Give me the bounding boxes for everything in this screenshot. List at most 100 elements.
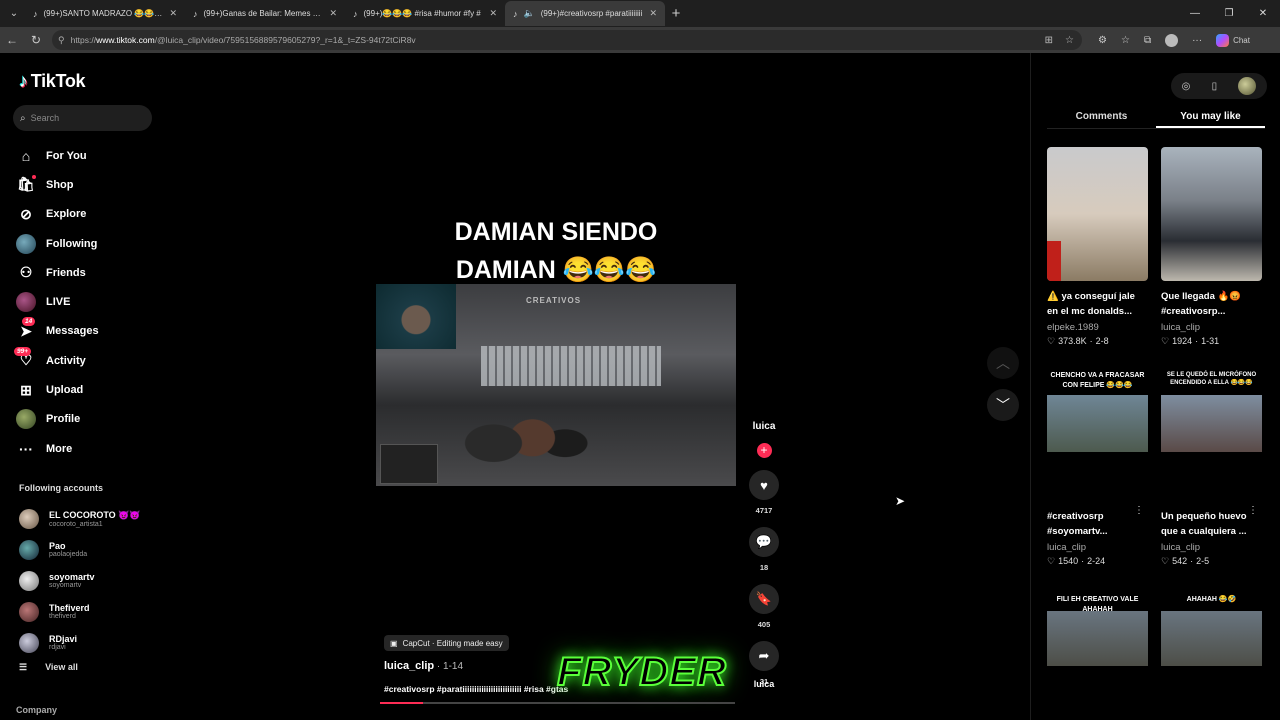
game-hud: [380, 444, 438, 484]
browser-tab-2[interactable]: ♪ (99+)Ganas de Bailar: Memes y Dr ✕: [185, 1, 345, 26]
video-thumbnail[interactable]: FILI EH CREATIVO VALE AHAHAH: [1047, 591, 1148, 671]
following-accounts-title: Following accounts: [19, 483, 104, 493]
video-card[interactable]: ⚠️ ya conseguí jale en el mc donalds... …: [1047, 147, 1148, 347]
video-author[interactable]: luica_clip · 1-14: [384, 660, 463, 672]
account-item[interactable]: soyomartv soyomartv: [19, 565, 159, 596]
account-item[interactable]: Thefiverd thefiverd: [19, 596, 159, 627]
nav-label: LIVE: [46, 296, 71, 309]
comment-icon[interactable]: 💬: [749, 527, 779, 557]
close-tab-icon[interactable]: ✕: [329, 8, 337, 19]
compass-icon: ⊘: [20, 205, 32, 222]
close-tab-icon[interactable]: ✕: [649, 8, 657, 19]
video-thumbnail[interactable]: SE LE QUEDÓ EL MICRÓFONO ENCENDIDO A ELL…: [1161, 367, 1262, 501]
previous-video-button[interactable]: ︿: [987, 347, 1019, 379]
video-thumbnail[interactable]: AHAHAH 😂🤣: [1161, 591, 1262, 671]
tab-actions-menu-button[interactable]: ⌄: [3, 3, 25, 25]
app-available-icon[interactable]: ⊞: [1045, 35, 1053, 46]
heart-icon[interactable]: ♥: [749, 470, 779, 500]
device-icon[interactable]: ▯: [1212, 81, 1218, 92]
favorites-icon[interactable]: ☆: [1121, 35, 1130, 46]
card-author[interactable]: elpeke.1989: [1047, 322, 1148, 333]
tab-you-may-like[interactable]: You may like: [1156, 105, 1265, 128]
video-progress-bar[interactable]: [380, 702, 735, 704]
user-avatar[interactable]: [1238, 77, 1257, 95]
list-icon: ☰: [19, 662, 28, 672]
nav-following[interactable]: Following: [16, 229, 156, 258]
save-count: 405: [757, 620, 771, 629]
video-card[interactable]: SE LE QUEDÓ EL MICRÓFONO ENCENDIDO A ELL…: [1161, 367, 1262, 567]
video-player[interactable]: CREATIVOS: [376, 284, 736, 486]
account-handle: soyomartv: [49, 582, 82, 589]
card-author[interactable]: luica_clip: [1161, 322, 1262, 333]
bookmark-icon[interactable]: 🔖: [749, 584, 779, 614]
browser-tab-3[interactable]: ♪ (99+)😂😂😂 #risa #humor #fy # ✕: [345, 1, 505, 26]
nav-activity[interactable]: ♡ 99+ Activity: [14, 346, 156, 375]
main-nav: ⌂ For You 🛍 Shop ⊘ Explore Following ⚇ Frien…: [14, 141, 156, 463]
nav-live[interactable]: LIVE: [16, 287, 156, 316]
like-action[interactable]: ♥ 4717: [749, 470, 779, 515]
coins-icon[interactable]: ◎: [1182, 81, 1191, 92]
account-handle: rdjavi: [49, 644, 66, 651]
video-thumbnail[interactable]: [1161, 147, 1262, 281]
browser-tab-1[interactable]: ♪ (99+)SANTO MADRAZO 😂😂😂 # ✕: [25, 1, 185, 26]
account-item[interactable]: EL COCOROTO 😈😈 cocoroto_artista1: [19, 503, 159, 534]
share-icon[interactable]: ➦: [749, 641, 779, 671]
more-options-icon[interactable]: ⋮: [1248, 505, 1258, 516]
close-tab-icon[interactable]: ✕: [169, 8, 177, 19]
copilot-chat-button[interactable]: Chat: [1216, 33, 1250, 47]
account-item[interactable]: RDjavi rdjavi: [19, 627, 159, 658]
capcut-badge[interactable]: ▣ CapCut · Editing made easy: [384, 635, 509, 651]
profile-avatar[interactable]: [1165, 33, 1179, 47]
comment-action[interactable]: 💬 18: [749, 527, 779, 572]
video-thumbnail[interactable]: CHENCHO VA A FRACASAR CON FELIPE 😂😂😂: [1047, 367, 1148, 501]
settings-more-icon[interactable]: ···: [1192, 35, 1202, 46]
progress-fill: [380, 702, 423, 704]
card-title: #creativosrp #soyomartv...: [1047, 511, 1108, 537]
creator-avatar[interactable]: luica +: [749, 421, 779, 458]
search-input[interactable]: ⌕ Search: [13, 105, 152, 131]
site-info-icon[interactable]: ⚲: [58, 35, 65, 46]
video-card[interactable]: Que llegada 🔥😡 #creativosrp... luica_cli…: [1161, 147, 1262, 347]
video-card[interactable]: FILI EH CREATIVO VALE AHAHAH: [1047, 591, 1148, 671]
favorite-star-icon[interactable]: ☆: [1065, 35, 1074, 46]
nav-friends[interactable]: ⚇ Friends: [16, 258, 156, 287]
nav-profile[interactable]: Profile: [16, 405, 156, 434]
music-disc[interactable]: luica: [751, 679, 777, 689]
refresh-icon[interactable]: ↻: [24, 33, 48, 47]
company-link[interactable]: Company: [16, 705, 57, 715]
speaker-icon[interactable]: 🔈: [524, 8, 535, 19]
account-item[interactable]: Pao paolaojedda: [19, 534, 159, 565]
card-author[interactable]: luica_clip: [1047, 542, 1148, 553]
follow-plus-icon[interactable]: +: [756, 443, 772, 458]
tiktok-logo[interactable]: ♪ TikTok: [19, 71, 86, 92]
video-card[interactable]: CHENCHO VA A FRACASAR CON FELIPE 😂😂😂 ⋮ #…: [1047, 367, 1148, 567]
more-options-icon[interactable]: ⋮: [1134, 505, 1144, 516]
tab-comments[interactable]: Comments: [1047, 105, 1156, 128]
save-action[interactable]: 🔖 405: [749, 584, 779, 629]
minimize-icon[interactable]: —: [1178, 0, 1212, 27]
video-thumbnail[interactable]: [1047, 147, 1148, 281]
extensions-icon[interactable]: ⚙: [1098, 35, 1107, 46]
nav-for-you[interactable]: ⌂ For You: [16, 141, 156, 170]
nav-upload[interactable]: ⊞ Upload: [16, 375, 156, 404]
new-tab-button[interactable]: +: [665, 5, 687, 22]
capcut-icon: ▣: [390, 638, 398, 648]
browser-tab-4-active[interactable]: ♪ 🔈 (99+)#creativosrp #paratiiiiiiii ✕: [505, 1, 665, 26]
next-video-button[interactable]: ﹀: [987, 389, 1019, 421]
creator-logo: luica: [752, 421, 776, 432]
address-bar[interactable]: ⚲ https://www.tiktok.com/@luica_clip/vid…: [52, 30, 1082, 50]
thumbnail-text: SE LE QUEDÓ EL MICRÓFONO ENCENDIDO A ELL…: [1166, 372, 1257, 386]
close-tab-icon[interactable]: ✕: [489, 8, 497, 19]
nav-shop[interactable]: 🛍 Shop: [16, 170, 156, 199]
video-card[interactable]: AHAHAH 😂🤣: [1161, 591, 1262, 671]
nav-explore[interactable]: ⊘ Explore: [16, 200, 156, 229]
nav-more[interactable]: ··· More: [16, 434, 156, 463]
close-window-icon[interactable]: ✕: [1246, 0, 1280, 27]
comment-count: 18: [759, 563, 769, 572]
collections-icon[interactable]: ⧉: [1144, 35, 1151, 46]
restore-icon[interactable]: ❐: [1212, 0, 1246, 27]
nav-messages[interactable]: ➤ 14 Messages: [16, 317, 156, 346]
view-all-button[interactable]: ☰ View all: [19, 662, 78, 673]
card-author[interactable]: luica_clip: [1161, 542, 1262, 553]
back-icon[interactable]: ←: [0, 33, 24, 47]
